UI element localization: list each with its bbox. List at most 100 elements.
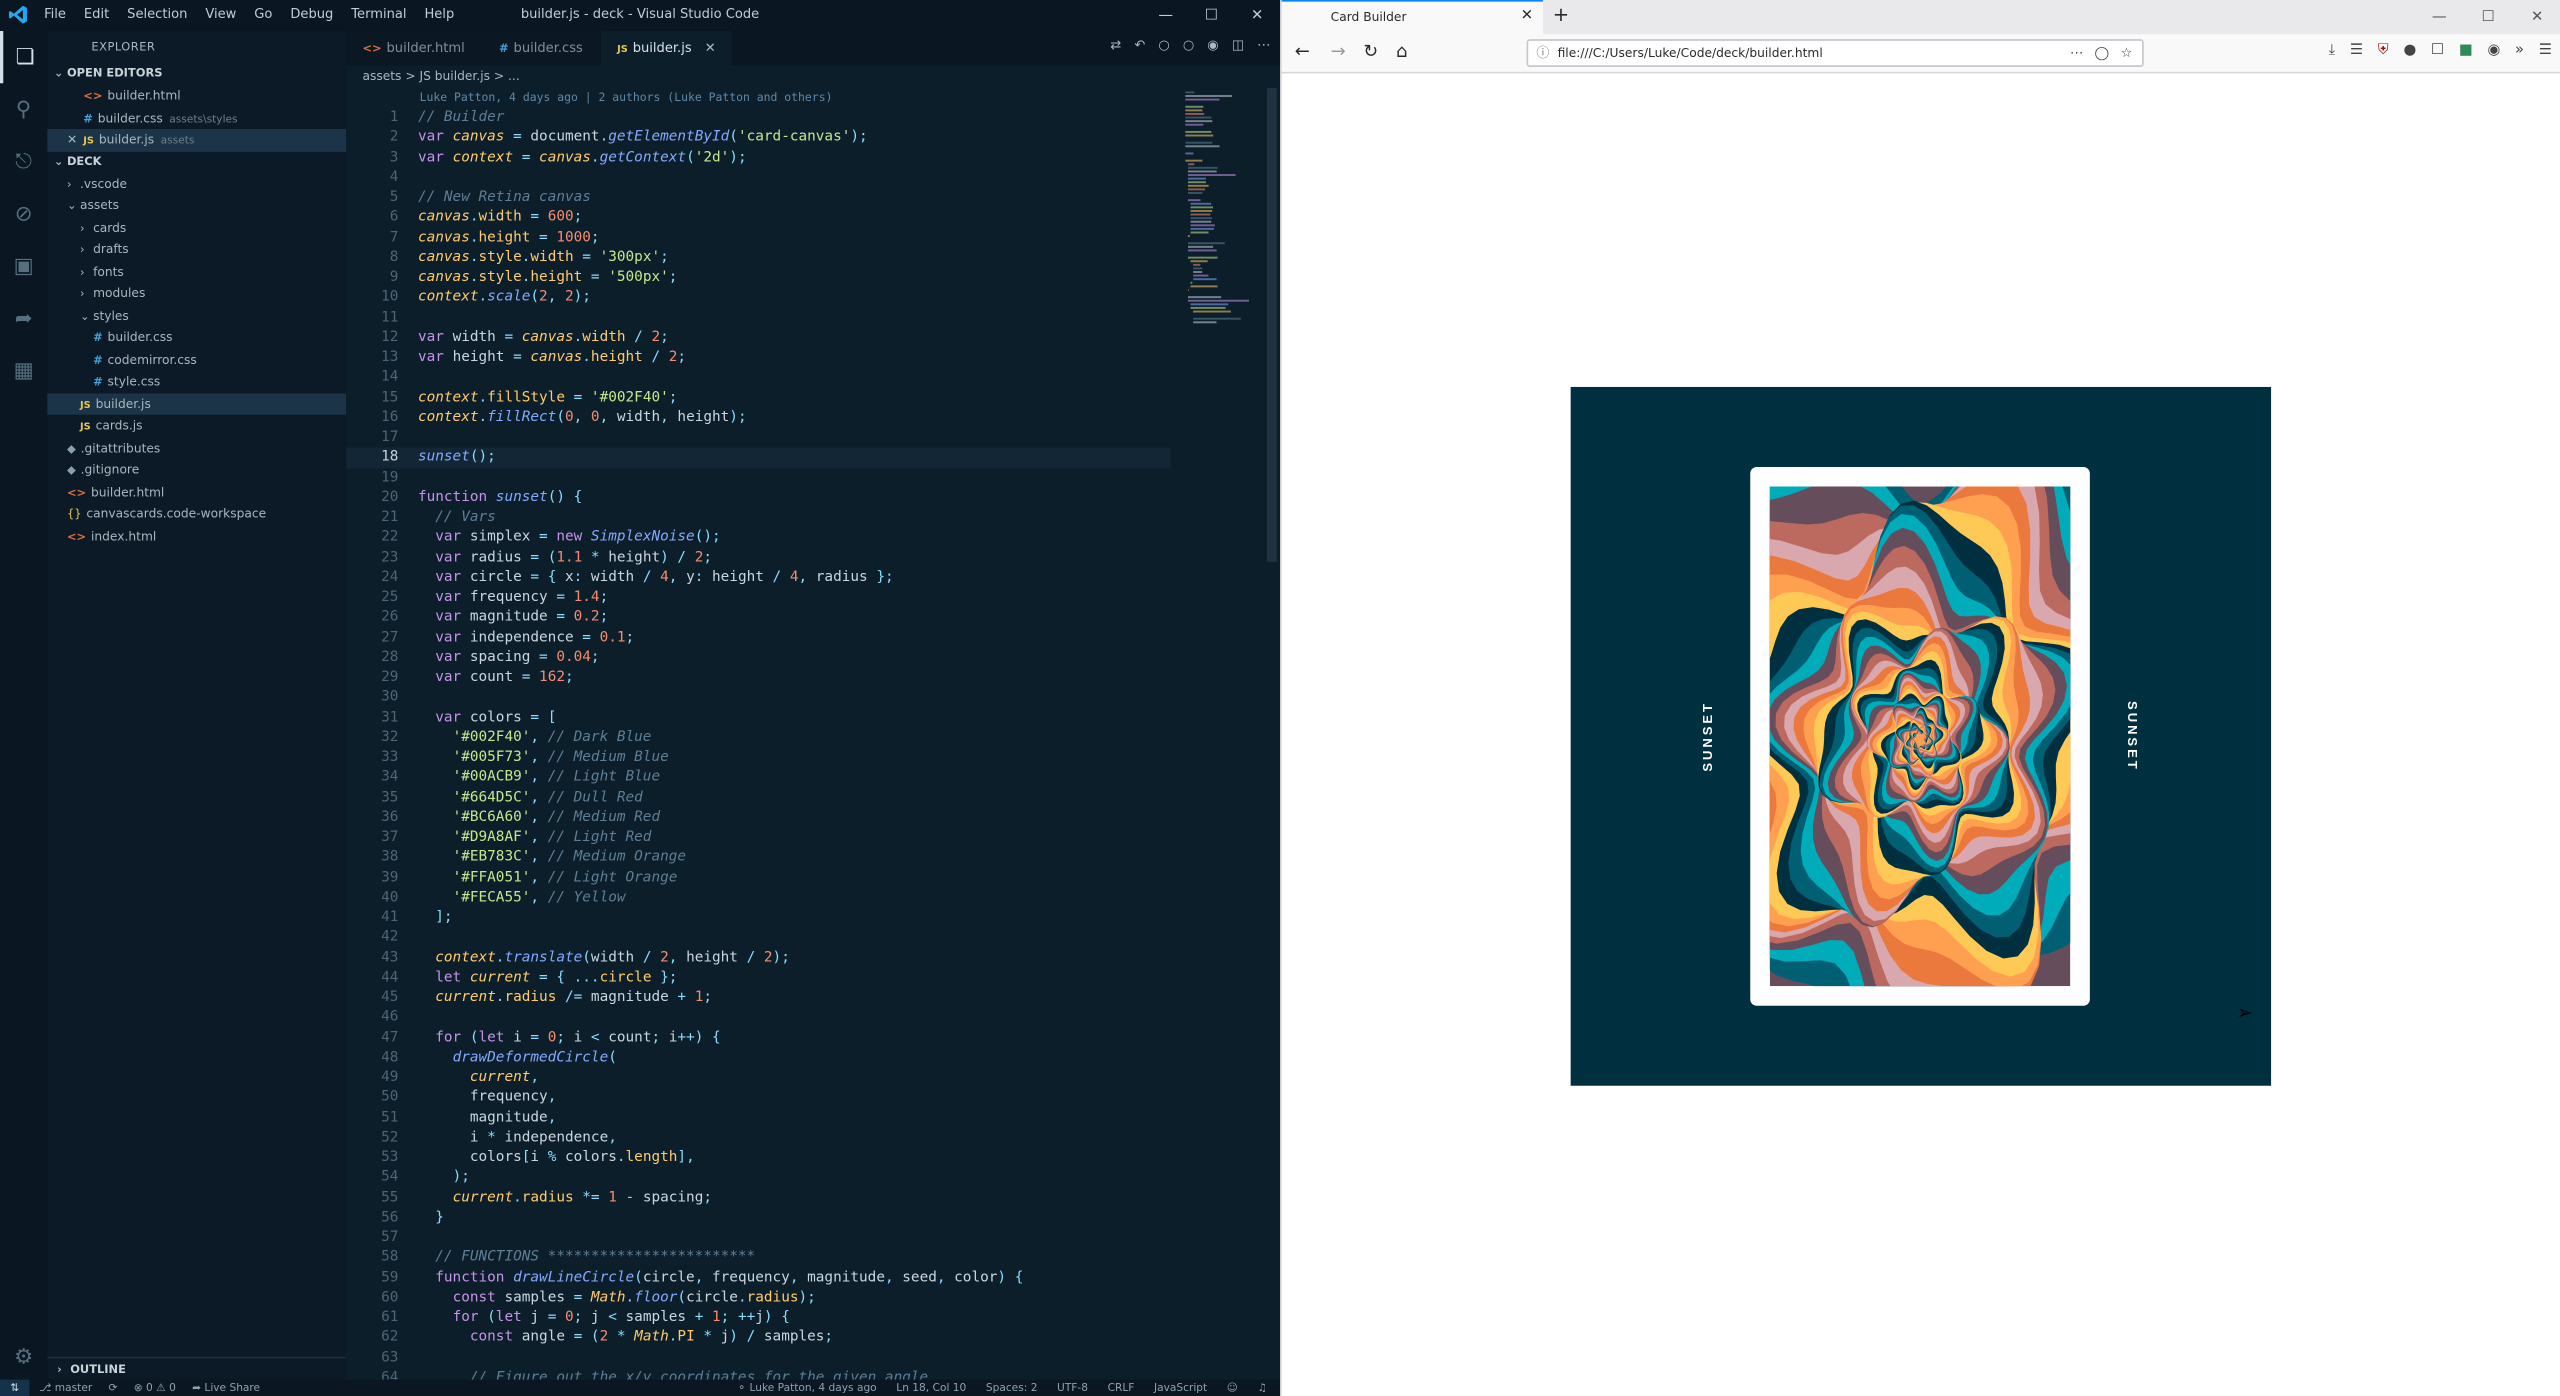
menu-item-selection[interactable]: Selection xyxy=(127,7,187,22)
code-line[interactable]: 29 var count = 162; xyxy=(346,668,1171,688)
account-icon[interactable]: ◉ xyxy=(2487,42,2500,58)
page-actions-icon[interactable]: ⋯ xyxy=(2070,41,2083,65)
folder-item[interactable]: ⌄ assets xyxy=(47,194,346,216)
maximize-icon[interactable]: ☐ xyxy=(2464,0,2513,34)
code-line[interactable]: 7 canvas.height = 1000; xyxy=(346,228,1171,248)
code-line[interactable]: 23 var radius = (1.1 * height) / 2; xyxy=(346,548,1171,568)
folder-item[interactable]: › .vscode xyxy=(47,172,346,194)
code-line[interactable]: 50 frequency, xyxy=(346,1088,1171,1108)
new-tab-icon[interactable]: + xyxy=(1553,3,1569,26)
code-line[interactable]: 53 colors[i % colors.length], xyxy=(346,1148,1171,1168)
editor-scrollbar[interactable] xyxy=(1266,88,1277,562)
code-line[interactable]: 20 function sunset() { xyxy=(346,488,1171,508)
explorer-icon[interactable]: ❏ xyxy=(0,31,47,84)
code-line[interactable]: 17 xyxy=(346,428,1171,448)
more-actions-icon[interactable]: ⋯ xyxy=(1257,38,1270,53)
code-line[interactable]: 52 i * independence, xyxy=(346,1128,1171,1148)
code-line[interactable]: 6 canvas.width = 600; xyxy=(346,208,1171,228)
code-area[interactable]: Luke Patton, 4 days ago | 2 authors (Luk… xyxy=(346,88,1171,1380)
extension-icon[interactable]: ● xyxy=(2403,42,2416,58)
code-line[interactable]: 61 for (let j = 0; j < samples + 1; ++j)… xyxy=(346,1308,1171,1328)
indentation-status[interactable]: Spaces: 2 xyxy=(986,1380,1038,1396)
toggle-inline-icon[interactable]: ◉ xyxy=(1207,38,1218,53)
overflow-icon[interactable]: » xyxy=(2515,42,2524,58)
code-line[interactable]: 34 '#00ACB9', // Light Blue xyxy=(346,768,1171,788)
code-line[interactable]: 11 xyxy=(346,308,1171,328)
close-tab-icon[interactable]: ✕ xyxy=(1521,2,1533,33)
cursor-position[interactable]: Ln 18, Col 10 xyxy=(896,1380,966,1396)
encoding-status[interactable]: UTF-8 xyxy=(1057,1380,1088,1396)
code-line[interactable]: 33 '#005F73', // Medium Blue xyxy=(346,748,1171,768)
code-line[interactable]: 28 var spacing = 0.04; xyxy=(346,648,1171,668)
code-line[interactable]: 2 var canvas = document.getElementById('c… xyxy=(346,128,1171,148)
open-editor-item[interactable]: ✕ JS builder.js assets xyxy=(47,128,347,152)
problems-indicator[interactable]: ⊗ 0 ⚠ 0 xyxy=(134,1380,176,1396)
file-item[interactable]: ◆ .gitattributes xyxy=(47,437,346,459)
code-line[interactable]: 32 '#002F40', // Dark Blue xyxy=(346,728,1171,748)
debug-icon[interactable]: ⊘ xyxy=(0,188,47,240)
code-line[interactable]: 55 current.radius *= 1 - spacing; xyxy=(346,1188,1171,1208)
search-icon[interactable]: ⚲ xyxy=(0,83,47,135)
code-line[interactable]: 60 const samples = Math.floor(circle.rad… xyxy=(346,1288,1171,1308)
browser-tab[interactable]: Card Builder ✕ xyxy=(1281,0,1543,35)
eol-status[interactable]: CRLF xyxy=(1108,1380,1135,1396)
git-codelens[interactable]: Luke Patton, 4 days ago | 2 authors (Luk… xyxy=(420,91,833,104)
code-line[interactable]: 15 context.fillStyle = '#002F40'; xyxy=(346,388,1171,408)
code-line[interactable]: 25 var frequency = 1.4; xyxy=(346,588,1171,608)
next-change-icon[interactable]: ○ xyxy=(1183,38,1194,53)
code-line[interactable]: 57 xyxy=(346,1228,1171,1248)
code-line[interactable]: 18 sunset(); xyxy=(346,447,1171,468)
code-line[interactable]: 5 // New Retina canvas xyxy=(346,188,1171,208)
code-line[interactable]: 30 xyxy=(346,688,1171,708)
breadcrumb[interactable]: assets > JS builder.js > ... xyxy=(346,65,1280,88)
folder-item[interactable]: › cards xyxy=(47,216,346,238)
file-item[interactable]: <> builder.html xyxy=(47,481,346,503)
code-line[interactable]: 27 var independence = 0.1; xyxy=(346,628,1171,648)
feedback-icon[interactable]: ☺ xyxy=(1227,1380,1238,1396)
settings-gear-icon[interactable]: ⚙ xyxy=(0,1345,47,1369)
pocket-icon[interactable]: ◯ xyxy=(2095,41,2110,65)
open-editors-header[interactable]: ⌄ OPEN EDITORS xyxy=(47,64,346,85)
code-line[interactable]: 26 var magnitude = 0.2; xyxy=(346,608,1171,628)
code-line[interactable]: 24 var circle = { x: width / 4, y: heigh… xyxy=(346,568,1171,588)
file-item[interactable]: # codemirror.css xyxy=(47,349,346,371)
code-line[interactable]: 44 let current = { ...circle }; xyxy=(346,968,1171,988)
source-control-icon[interactable]: ⎋ xyxy=(0,136,47,188)
live-share-icon[interactable]: ➦ xyxy=(0,292,47,344)
code-line[interactable]: 38 '#EB783C', // Medium Orange xyxy=(346,848,1171,868)
open-editor-item[interactable]: <> builder.html xyxy=(47,85,346,107)
file-item[interactable]: {} canvascards.code-workspace xyxy=(47,503,346,525)
outline-header[interactable]: › OUTLINE xyxy=(47,1356,347,1380)
live-share-status[interactable]: ➦ Live Share xyxy=(192,1380,260,1396)
extension-icon[interactable]: ☐ xyxy=(2431,42,2444,58)
bookmark-star-icon[interactable]: ☆ xyxy=(2121,41,2133,65)
menu-item-file[interactable]: File xyxy=(44,7,66,22)
menu-item-go[interactable]: Go xyxy=(254,7,272,22)
extensions-icon[interactable]: ▦ xyxy=(0,344,47,396)
ublock-icon[interactable]: ⛨ xyxy=(2378,42,2389,58)
code-line[interactable]: 64 // Figure out the x/y coordinates for… xyxy=(346,1368,1171,1379)
folder-item[interactable]: ⌄ styles xyxy=(47,304,346,326)
menu-item-debug[interactable]: Debug xyxy=(290,7,333,22)
code-line[interactable]: 54 ); xyxy=(346,1168,1171,1188)
file-item[interactable]: ◆ .gitignore xyxy=(47,459,346,481)
code-line[interactable]: 43 context.translate(width / 2, height /… xyxy=(346,948,1171,968)
code-line[interactable]: 48 drawDeformedCircle( xyxy=(346,1048,1171,1068)
code-line[interactable]: 31 var colors = [ xyxy=(346,708,1171,728)
code-line[interactable]: 37 '#D9A8AF', // Light Red xyxy=(346,828,1171,848)
split-editor-icon[interactable]: ◫ xyxy=(1232,38,1244,53)
downloads-icon[interactable]: ⤓ xyxy=(2329,42,2336,58)
code-line[interactable]: 58 // FUNCTIONS ************************ xyxy=(346,1248,1171,1268)
code-line[interactable]: 45 current.radius /= magnitude + 1; xyxy=(346,988,1171,1008)
file-item[interactable]: JS builder.js xyxy=(47,392,347,415)
editor-tab[interactable]: <> builder.html xyxy=(346,31,483,66)
folder-item[interactable]: › fonts xyxy=(47,260,346,282)
code-line[interactable]: 16 context.fillRect(0, 0, width, height); xyxy=(346,408,1171,428)
remote-indicator-icon[interactable]: ⇅ xyxy=(0,1379,30,1396)
code-line[interactable]: 41 ]; xyxy=(346,908,1171,928)
code-line[interactable]: 10 context.scale(2, 2); xyxy=(346,288,1171,308)
menu-item-terminal[interactable]: Terminal xyxy=(351,7,406,22)
remote-explorer-icon[interactable]: ▣ xyxy=(0,240,47,292)
folder-item[interactable]: › drafts xyxy=(47,238,346,260)
code-line[interactable]: 22 var simplex = new SimplexNoise(); xyxy=(346,528,1171,548)
